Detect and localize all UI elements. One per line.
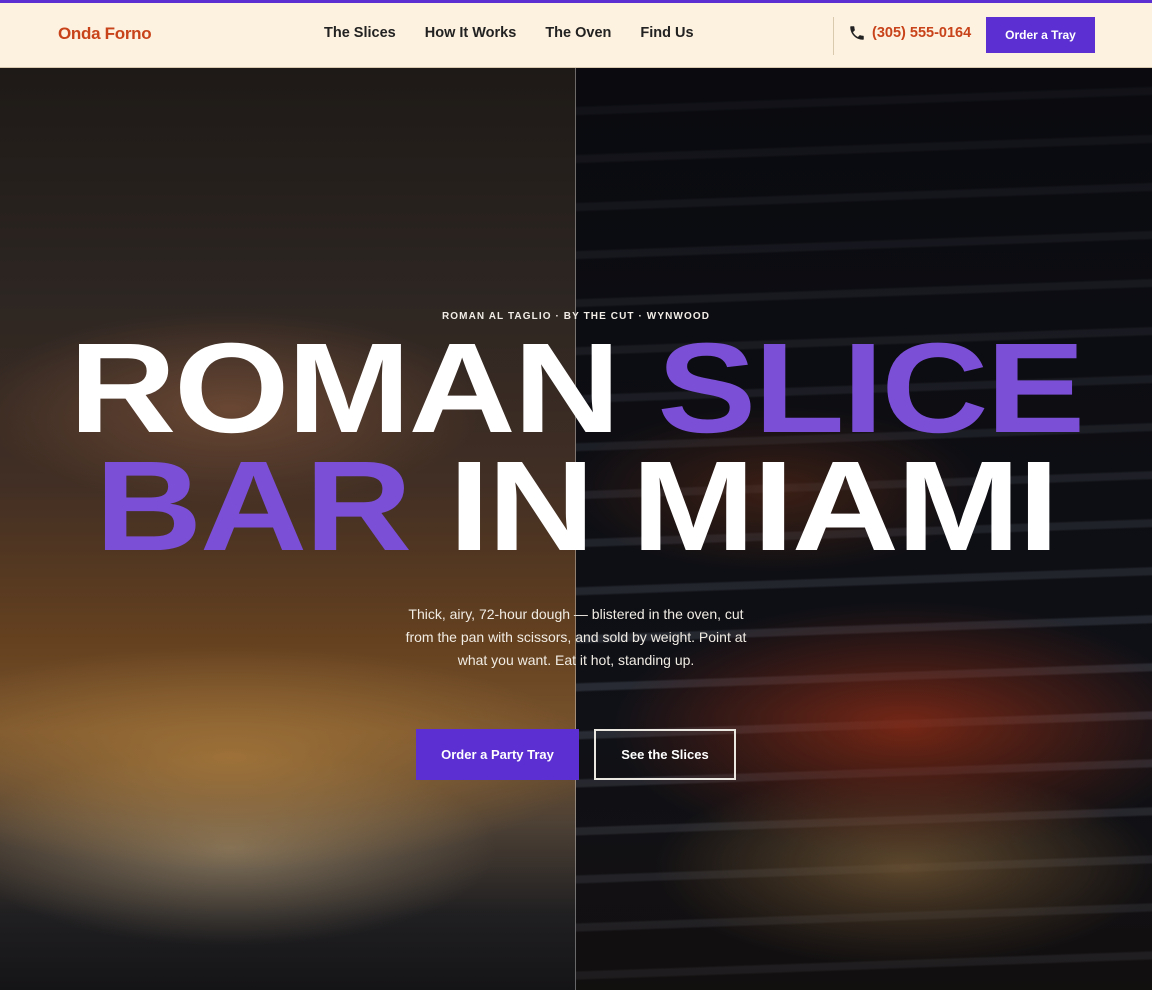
nav-item-find-us[interactable]: Find Us	[640, 25, 693, 41]
logo[interactable]: Onda Forno	[58, 24, 152, 44]
hero: ROMAN AL TAGLIO · BY THE CUT · WYNWOOD R…	[0, 68, 1152, 990]
phone-icon	[850, 26, 864, 40]
phone-number: (305) 555-0164	[872, 25, 972, 41]
nav-item-the-slices[interactable]: The Slices	[324, 25, 396, 41]
order-tray-button[interactable]: Order a Tray	[986, 17, 1095, 53]
site-header: Onda Forno The Slices How It Works The O…	[0, 0, 1152, 68]
nav-item-the-oven[interactable]: The Oven	[545, 25, 611, 41]
see-slices-button[interactable]: See the Slices	[594, 729, 736, 780]
phone-link[interactable]: (305) 555-0164	[848, 24, 971, 42]
hero-headline: ROMAN SLICE BAR IN MIAMI	[0, 325, 1152, 571]
hero-subtitle: Thick, airy, 72-hour dough — blistered i…	[405, 606, 747, 668]
headline-word-bar: BAR	[95, 435, 412, 578]
headline-word-in-miami: IN MIAMI	[448, 435, 1060, 578]
nav-item-how-it-works[interactable]: How It Works	[425, 25, 517, 41]
main-nav: The Slices How It Works The Oven Find Us	[324, 25, 694, 41]
header-divider	[833, 17, 834, 55]
order-party-tray-button[interactable]: Order a Party Tray	[416, 729, 579, 780]
